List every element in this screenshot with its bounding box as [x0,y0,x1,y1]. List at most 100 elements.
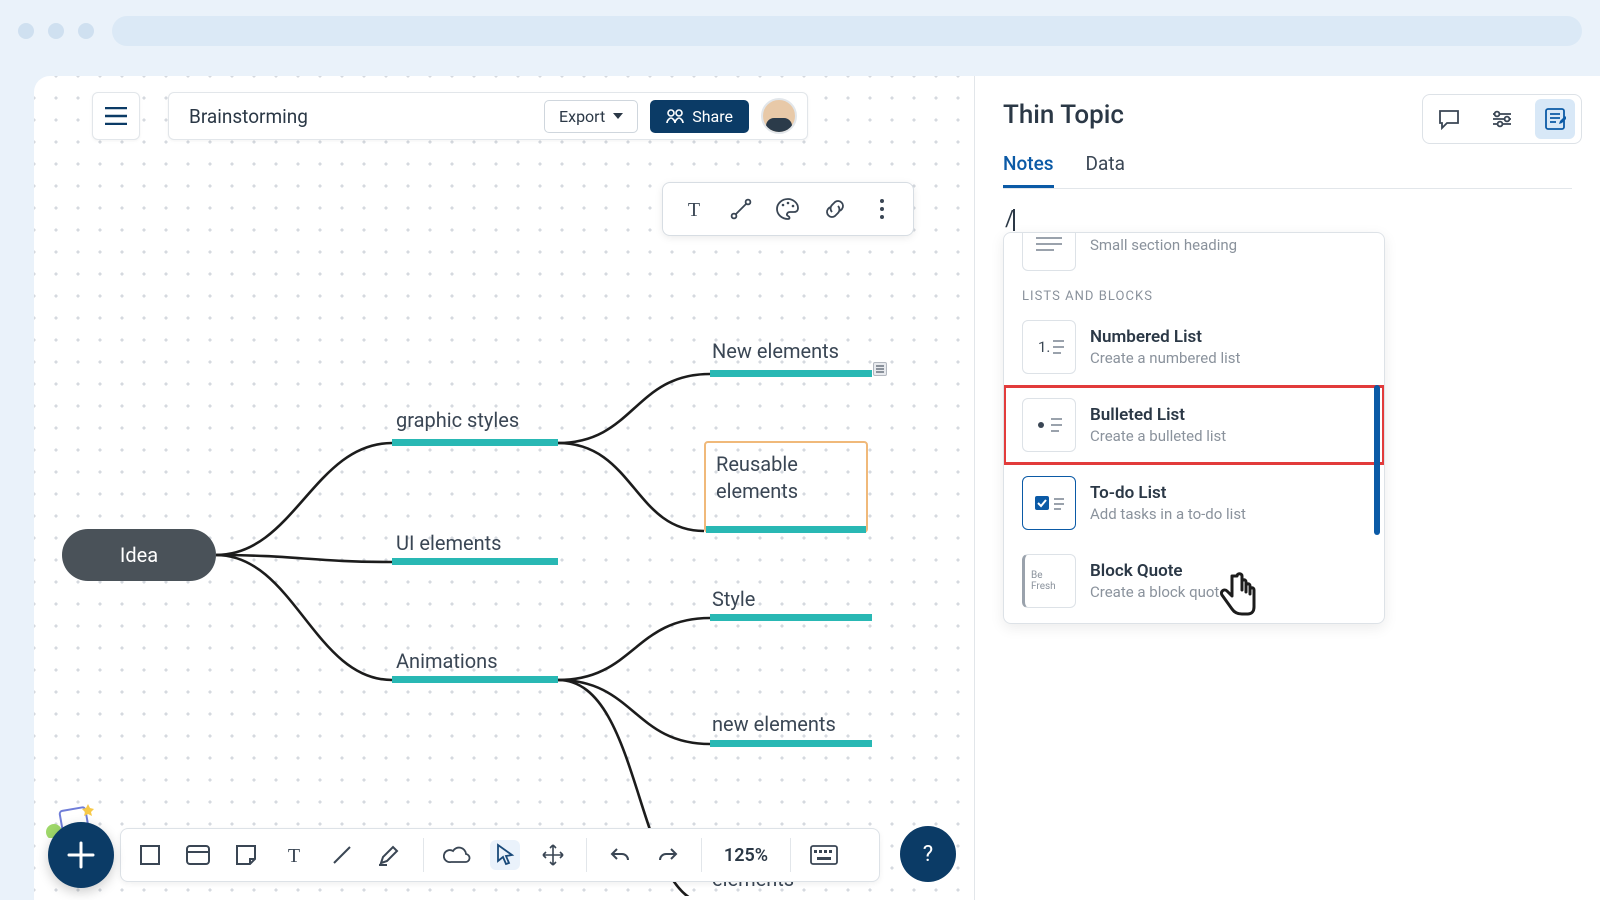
menu-scrollbar-thumb[interactable] [1374,385,1380,535]
document-title-bar: Brainstorming Export Share [168,92,808,140]
menu-section-label: LISTS AND BLOCKS [1004,283,1384,308]
undo-icon[interactable] [605,840,635,870]
menu-item-todo-list[interactable]: To-do List Add tasks in a to-do list [1004,464,1384,542]
mindmap-node-label: Reusable elements [716,452,798,503]
svg-text:T: T [688,199,700,220]
bottom-toolbar: T 125% [120,828,880,882]
svg-text:T: T [288,845,300,866]
sticky-note-icon[interactable] [231,840,261,870]
mindmap-underline [392,439,558,446]
todo-list-icon [1022,476,1076,530]
zoom-level[interactable]: 125% [720,845,772,866]
separator [701,838,702,872]
menu-item-table[interactable]: Table [1004,620,1384,624]
mindmap-underline [392,558,558,565]
numbered-list-icon: 1. [1022,320,1076,374]
square-shape-icon[interactable] [135,840,165,870]
more-icon[interactable] [866,193,898,225]
url-bar[interactable] [112,16,1582,46]
mindmap-node-new-elements-top[interactable]: New elements [712,339,839,363]
mindmap-underline [710,740,872,747]
keyboard-icon[interactable] [809,840,839,870]
question-icon: ? [920,841,936,867]
svg-text:1.: 1. [1038,338,1050,356]
cloud-sync-icon[interactable] [442,840,472,870]
mindmap-underline [706,526,866,533]
mindmap-underline [710,370,872,377]
mindmap-node-ui-elements[interactable]: UI elements [396,531,502,555]
people-icon [666,108,684,124]
notes-editor-slash[interactable]: / [1005,207,1572,232]
menu-item-title: Bulleted List [1090,405,1226,425]
mindmap-node-style[interactable]: Style [712,587,755,611]
help-fab-button[interactable]: ? [900,826,956,882]
tab-notes[interactable]: Notes [1003,152,1054,188]
menu-item-desc: Small section heading [1090,236,1237,254]
menu-item-bulleted-list[interactable]: Bulleted List Create a bulleted list [1004,386,1384,464]
redo-icon[interactable] [653,840,683,870]
window-traffic-lights [18,23,94,39]
text-tool-icon[interactable]: T [678,193,710,225]
document-title[interactable]: Brainstorming [189,105,532,128]
slash-command-menu: Small section heading LISTS AND BLOCKS 1… [1003,232,1385,624]
export-button[interactable]: Export [544,100,638,133]
menu-item-desc: Create a bulleted list [1090,427,1226,445]
bulleted-list-icon [1022,398,1076,452]
heading-3-icon [1022,232,1076,271]
separator [586,838,587,872]
menu-item-desc: Create a numbered list [1090,349,1240,367]
menu-item-title: Numbered List [1090,327,1240,347]
line-tool-icon[interactable] [327,840,357,870]
card-shape-icon[interactable] [183,840,213,870]
mindmap-canvas[interactable]: Idea graphic styles UI elements Animatio… [34,76,974,900]
mindmap-node-new-elements-bottom[interactable]: new elements [712,712,836,736]
hamburger-menu-button[interactable] [92,92,140,140]
note-attached-icon[interactable] [873,362,887,376]
panel-tool-switcher [1422,94,1582,144]
browser-chrome [0,0,1600,62]
details-panel: Thin Topic Notes Data / Small section he… [974,76,1600,900]
menu-item-title: To-do List [1090,483,1246,503]
mindmap-underline [392,676,558,683]
chevron-down-icon [613,113,623,119]
window-zoom-icon[interactable] [78,23,94,39]
menu-item-block-quote[interactable]: Be Fresh Block Quote Create a block quot… [1004,542,1384,620]
menu-item-title: Block Quote [1090,561,1227,581]
plus-icon [67,841,95,869]
text-block-icon[interactable]: T [279,840,309,870]
comments-panel-icon[interactable] [1429,99,1469,139]
menu-item-numbered-list[interactable]: 1. Numbered List Create a numbered list [1004,308,1384,386]
move-tool-icon[interactable] [538,840,568,870]
pointer-tool-icon[interactable] [490,840,520,870]
panel-tabs: Notes Data [1003,152,1572,189]
mindmap-underline [710,614,872,621]
share-button[interactable]: Share [650,100,749,133]
user-avatar[interactable] [761,98,797,134]
menu-item-desc: Add tasks in a to-do list [1090,505,1246,523]
window-close-icon[interactable] [18,23,34,39]
settings-panel-icon[interactable] [1482,99,1522,139]
menu-item-heading-3[interactable]: Small section heading [1004,232,1384,283]
node-float-toolbar: T [662,182,914,236]
connector-tool-icon[interactable] [725,193,757,225]
separator [423,838,424,872]
tab-data[interactable]: Data [1086,152,1125,188]
app-window: Idea graphic styles UI elements Animatio… [34,76,1600,900]
svg-text:?: ? [923,842,933,867]
notes-panel-icon[interactable] [1535,99,1575,139]
window-minimize-icon[interactable] [48,23,64,39]
menu-item-desc: Create a block quote [1090,583,1227,601]
block-quote-icon: Be Fresh [1022,554,1076,608]
mindmap-node-animations[interactable]: Animations [396,649,498,673]
mindmap-root-node[interactable]: Idea [62,529,216,581]
mindmap-node-reusable-elements-selected[interactable]: Reusable elements [704,441,868,533]
export-label: Export [559,107,605,126]
palette-icon[interactable] [772,193,804,225]
share-label: Share [692,107,733,126]
add-fab-button[interactable] [48,822,114,888]
link-icon[interactable] [819,193,851,225]
mindmap-root-label: Idea [120,543,158,567]
highlighter-icon[interactable] [375,840,405,870]
separator [790,838,791,872]
mindmap-node-graphic-styles[interactable]: graphic styles [396,408,519,432]
